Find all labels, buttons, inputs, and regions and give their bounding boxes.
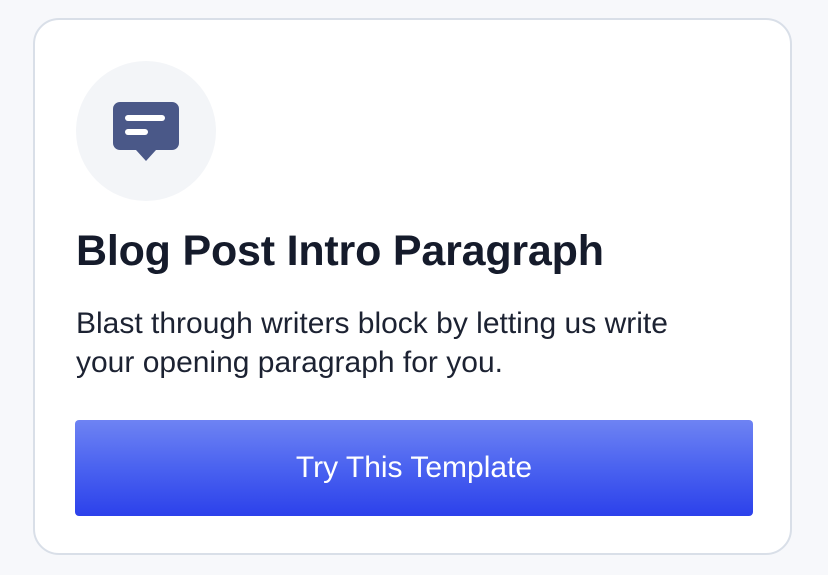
try-template-button[interactable]: Try This Template: [75, 420, 753, 516]
chat-bubble-icon: [113, 102, 179, 161]
template-card: Blog Post Intro Paragraph Blast through …: [33, 18, 792, 555]
icon-badge: [76, 61, 216, 201]
card-title: Blog Post Intro Paragraph: [76, 227, 604, 275]
card-description: Blast through writers block by letting u…: [76, 307, 668, 379]
